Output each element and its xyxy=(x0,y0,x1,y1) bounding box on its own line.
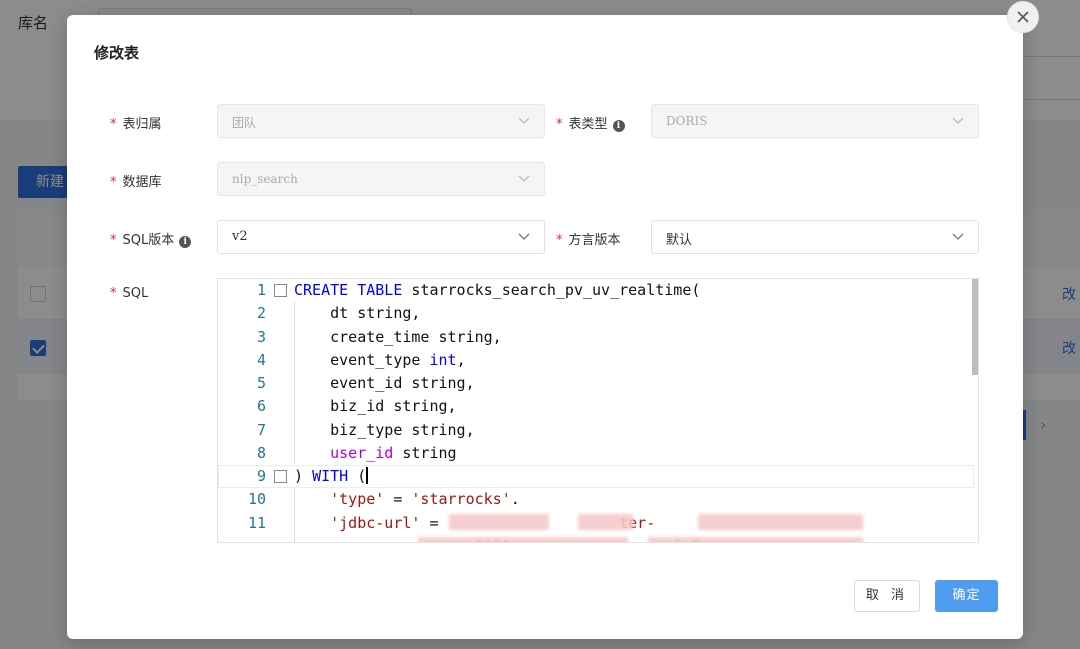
line-number: 1 xyxy=(256,281,266,299)
code-token: 'starrocks' xyxy=(411,490,511,509)
code-line[interactable]: 9) WITH ( xyxy=(218,465,974,489)
code-text: CREATE TABLE starrocks_search_pv_uv_real… xyxy=(294,279,700,302)
owner-label: * 表归属 xyxy=(110,117,162,132)
code-token: = xyxy=(420,513,448,532)
code-text: event_id string, xyxy=(294,372,475,395)
code-token: dt string, xyxy=(294,304,421,323)
code-text: biz_id string, xyxy=(294,395,457,418)
code-token: event_id string, xyxy=(294,374,475,392)
line-number: 6 xyxy=(256,397,266,416)
code-line[interactable]: 1 CREATE TABLE starrocks_search_pv_uv_rea… xyxy=(218,279,974,302)
chevron-down-icon xyxy=(518,233,530,240)
code-text: 'type' = 'starrocks'. xyxy=(294,488,520,511)
code-token: , xyxy=(456,350,466,369)
code-token: event_type xyxy=(294,350,430,369)
code-token: biz_id string, xyxy=(294,397,457,416)
sql-version-value: v2 xyxy=(232,229,248,244)
sql-version-select[interactable]: v2 xyxy=(217,220,545,254)
code-token: create_time string, xyxy=(294,327,502,346)
redacted-region xyxy=(418,537,628,542)
code-token: starrocks_search_pv_uv_realtime( xyxy=(402,281,701,299)
code-token: . xyxy=(510,490,520,509)
dialect-version-select[interactable]: 默认 xyxy=(651,220,979,254)
chevron-down-icon xyxy=(518,117,530,124)
cancel-button[interactable]: 取 消 xyxy=(854,580,920,612)
redacted-region xyxy=(648,537,863,542)
code-line[interactable]: 7 biz_type string, xyxy=(218,419,974,442)
dialect-version-label: * 方言版本 xyxy=(556,233,621,248)
modal-title: 修改表 xyxy=(94,44,140,62)
owner-value: 团队 xyxy=(232,116,257,130)
line-number: 10 xyxy=(247,490,266,509)
database-label: * 数据库 xyxy=(110,175,162,190)
code-token: 'jdbc-url' xyxy=(330,513,421,532)
line-number: 7 xyxy=(256,420,266,439)
redacted-region xyxy=(449,514,549,530)
fold-icon[interactable] xyxy=(274,470,287,483)
code-line[interactable]: 4 event_type int, xyxy=(218,349,974,372)
code-token: WITH xyxy=(312,467,349,485)
code-text: event_type int, xyxy=(294,349,466,372)
code-line[interactable]: 3 create_time string, xyxy=(218,326,974,349)
sql-label: * SQL xyxy=(110,286,149,301)
fold-icon[interactable] xyxy=(274,284,287,297)
code-line[interactable]: 8 user_id string xyxy=(218,442,974,465)
line-number: 2 xyxy=(256,304,266,323)
ok-button[interactable]: 确定 xyxy=(935,580,998,612)
table-type-label: * 表类型 i xyxy=(556,113,625,132)
code-line[interactable]: 6 biz_id string, xyxy=(218,395,974,418)
database-value: nlp_search xyxy=(232,172,298,186)
line-number: 11 xyxy=(247,513,266,532)
code-text: dt string, xyxy=(294,302,420,325)
database-select[interactable]: nlp_search xyxy=(217,162,545,196)
code-line[interactable]: 2 dt string, xyxy=(218,302,974,325)
line-number: 8 xyxy=(256,443,266,462)
code-token: ( xyxy=(348,467,367,485)
table-type-value: DORIS xyxy=(666,114,708,128)
code-token: = xyxy=(384,490,412,509)
info-icon[interactable]: i xyxy=(612,120,625,132)
text-cursor xyxy=(366,467,369,484)
close-icon xyxy=(1017,11,1029,23)
dialect-version-value: 默认 xyxy=(666,233,693,248)
code-token: string xyxy=(393,443,457,462)
sql-editor[interactable]: 1 CREATE TABLE starrocks_search_pv_uv_rea… xyxy=(217,278,979,543)
sql-version-label: * SQL版本 i xyxy=(110,229,192,248)
owner-select[interactable]: 团队 xyxy=(217,104,545,138)
code-token: ) xyxy=(294,467,313,485)
code-token: 'type' xyxy=(330,490,385,509)
code-token: int xyxy=(429,350,457,369)
chevron-down-icon xyxy=(952,117,964,124)
code-line[interactable]: 10 'type' = 'starrocks'. xyxy=(218,488,974,511)
close-button[interactable] xyxy=(1007,1,1039,33)
code-token: user_id xyxy=(330,443,394,462)
code-text: user_id string xyxy=(294,442,457,465)
code-text: ) WITH ( xyxy=(294,465,369,488)
redacted-region xyxy=(698,514,863,530)
line-number: 9 xyxy=(256,467,266,485)
code-token: CREATE TABLE xyxy=(294,281,403,299)
code-line[interactable]: 5 event_id string, xyxy=(218,372,974,395)
line-number: 3 xyxy=(256,327,266,346)
code-text: biz_type string, xyxy=(294,419,475,442)
chevron-down-icon xyxy=(518,175,530,182)
line-number: 5 xyxy=(256,374,266,392)
code-text: create_time string, xyxy=(294,326,502,349)
line-number: 4 xyxy=(256,350,266,369)
table-type-select[interactable]: DORIS xyxy=(651,104,979,138)
edit-table-modal: 修改表 * 表归属 团队 * 表类型 i DORIS * 数据库 nlp_search … xyxy=(67,1,1039,639)
chevron-down-icon xyxy=(952,233,964,240)
code-token: biz_type string, xyxy=(294,420,475,439)
redacted-region xyxy=(578,514,633,530)
info-icon[interactable]: i xyxy=(179,236,192,248)
